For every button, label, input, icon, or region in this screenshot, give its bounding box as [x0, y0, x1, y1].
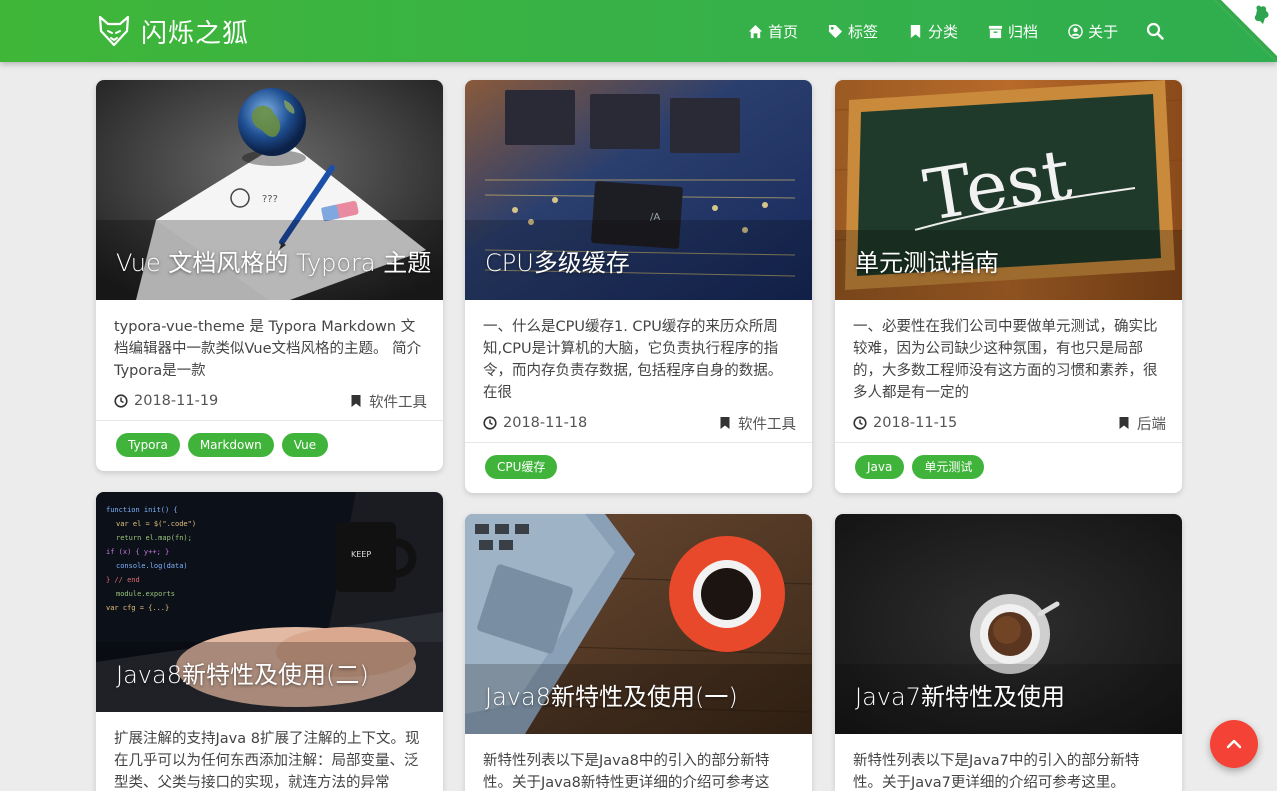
- svg-text:function init() {: function init() {: [106, 506, 178, 514]
- category-text: 软件工具: [738, 416, 796, 433]
- article-cover[interactable]: Java8新特性及使用(一): [465, 514, 812, 734]
- article-summary: 一、什么是CPU缓存1. CPU缓存的来历众所周知,CPU是计算机的大脑，它负责…: [483, 319, 783, 401]
- article-title[interactable]: CPU多级缓存: [485, 243, 630, 278]
- article-title[interactable]: Vue 文档风格的 Typora 主题: [116, 243, 431, 278]
- nav-item-categories[interactable]: 分类: [908, 21, 958, 42]
- article-summary: 新特性列表以下是Java7中的引入的部分新特性。关于Java7更详细的介绍可参考…: [853, 753, 1140, 791]
- svg-text:} // end: } // end: [106, 576, 140, 584]
- article-title[interactable]: 单元测试指南: [855, 243, 999, 278]
- nav-label-tags: 标签: [848, 22, 879, 41]
- article-card[interactable]: Java7新特性及使用 新特性列表以下是Java7中的引入的部分新特性。关于Ja…: [835, 514, 1182, 791]
- tag-chip[interactable]: CPU缓存: [485, 455, 558, 479]
- article-card[interactable]: Test 单元测试指南 一、必要性在我们公司中要做单元测试，确实比较难，因为公司…: [835, 80, 1182, 493]
- svg-text:if (x) { y++; }: if (x) { y++; }: [106, 548, 169, 556]
- tag-list: Typora Markdown Vue: [96, 420, 443, 471]
- article-title[interactable]: Java8新特性及使用(二): [116, 655, 369, 690]
- user-circle-icon: [1068, 23, 1083, 39]
- github-corner-icon: [1215, 0, 1277, 62]
- archive-icon: [988, 25, 1003, 38]
- article-cover[interactable]: /A CPU多级缓存: [465, 80, 812, 300]
- clock-icon: [483, 416, 497, 430]
- svg-text:console.log(data): console.log(data): [116, 562, 188, 570]
- search-icon[interactable]: [1146, 22, 1164, 40]
- tag-list: CPU缓存: [465, 442, 812, 493]
- article-cover[interactable]: function init() { var el = $(".code") re…: [96, 492, 443, 712]
- article-cover[interactable]: Java7新特性及使用: [835, 514, 1182, 734]
- article-summary: 扩展注解的支持Java 8扩展了注解的上下文。现在几乎可以为任何东西添加注解：局…: [114, 731, 420, 791]
- github-corner[interactable]: [1215, 0, 1277, 62]
- tag-chip[interactable]: Markdown: [187, 433, 274, 457]
- publish-date: 2018-11-19: [114, 393, 218, 409]
- tag-chip[interactable]: Vue: [281, 433, 329, 457]
- date-text: 2018-11-19: [134, 393, 219, 409]
- article-category[interactable]: 软件工具: [349, 391, 427, 412]
- article-category[interactable]: 后端: [1117, 413, 1166, 434]
- category-text: 后端: [1137, 416, 1166, 433]
- article-title[interactable]: Java8新特性及使用(一): [485, 677, 738, 712]
- publish-date: 2018-11-18: [483, 415, 587, 431]
- svg-text:return el.map(fn);: return el.map(fn);: [116, 534, 192, 542]
- clock-icon: [114, 394, 128, 408]
- site-title: 闪烁之狐: [141, 18, 250, 49]
- nav-label-archives: 归档: [1008, 22, 1039, 41]
- article-card[interactable]: ??? Vue 文档风格的 Typora 主题 typora-vue-theme…: [96, 80, 443, 471]
- tag-chip[interactable]: Typora: [116, 433, 180, 457]
- svg-text:KEEP: KEEP: [351, 550, 371, 559]
- article-summary: 一、必要性在我们公司中要做单元测试，确实比较难，因为公司缺少这种氛围，有也只是局…: [853, 319, 1158, 401]
- svg-text:???: ???: [262, 194, 278, 205]
- date-text: 2018-11-18: [503, 415, 588, 431]
- publish-date: 2018-11-15: [853, 415, 957, 431]
- home-icon: [748, 24, 763, 38]
- bookmark-icon: [720, 417, 730, 429]
- bookmark-icon: [910, 24, 921, 38]
- article-category[interactable]: 软件工具: [718, 413, 796, 434]
- article-title[interactable]: Java7新特性及使用: [855, 677, 1065, 712]
- brand[interactable]: 闪烁之狐: [97, 12, 249, 50]
- top-navbar: 闪烁之狐 首页 标签 分类 归档 关于: [0, 0, 1277, 62]
- article-cover[interactable]: ??? Vue 文档风格的 Typora 主题: [96, 80, 443, 300]
- tag-chip[interactable]: 单元测试: [912, 455, 985, 479]
- scroll-to-top-button[interactable]: [1210, 720, 1258, 768]
- category-text: 软件工具: [369, 394, 427, 411]
- main-nav: 首页 标签 分类 归档 关于: [748, 0, 1148, 62]
- svg-text:var cfg = {...}: var cfg = {...}: [106, 604, 169, 612]
- nav-label-categories: 分类: [928, 22, 959, 41]
- article-cover[interactable]: Test 单元测试指南: [835, 80, 1182, 300]
- nav-label-home: 首页: [768, 22, 799, 41]
- nav-item-about[interactable]: 关于: [1068, 21, 1118, 42]
- svg-text:module.exports: module.exports: [116, 590, 175, 598]
- nav-item-home[interactable]: 首页: [748, 21, 798, 42]
- date-text: 2018-11-15: [873, 415, 958, 431]
- nav-item-tags[interactable]: 标签: [828, 21, 878, 42]
- article-summary: typora-vue-theme 是 Typora Markdown 文档编辑器…: [114, 319, 422, 379]
- article-card[interactable]: /A CPU多级缓存 一、什么是CPU缓存1. CPU缓存的来历众所周知,CPU…: [465, 80, 812, 493]
- bookmark-icon: [1119, 417, 1129, 429]
- svg-text:var el = $(".code"): var el = $(".code"): [116, 520, 196, 528]
- nav-label-about: 关于: [1088, 22, 1119, 41]
- tag-icon: [828, 24, 843, 38]
- chevron-up-icon: [1226, 739, 1242, 749]
- fox-logo-icon: [98, 15, 130, 47]
- clock-icon: [853, 416, 867, 430]
- bookmark-icon: [351, 395, 361, 407]
- article-summary: 新特性列表以下是Java8中的引入的部分新特性。关于Java8新特性更详细的介绍…: [483, 753, 770, 791]
- article-card[interactable]: function init() { var el = $(".code") re…: [96, 492, 443, 791]
- nav-item-archives[interactable]: 归档: [988, 21, 1038, 42]
- tag-chip[interactable]: Java: [855, 455, 905, 479]
- article-card[interactable]: Java8新特性及使用(一) 新特性列表以下是Java8中的引入的部分新特性。关…: [465, 514, 812, 791]
- tag-list: Java 单元测试: [835, 442, 1182, 493]
